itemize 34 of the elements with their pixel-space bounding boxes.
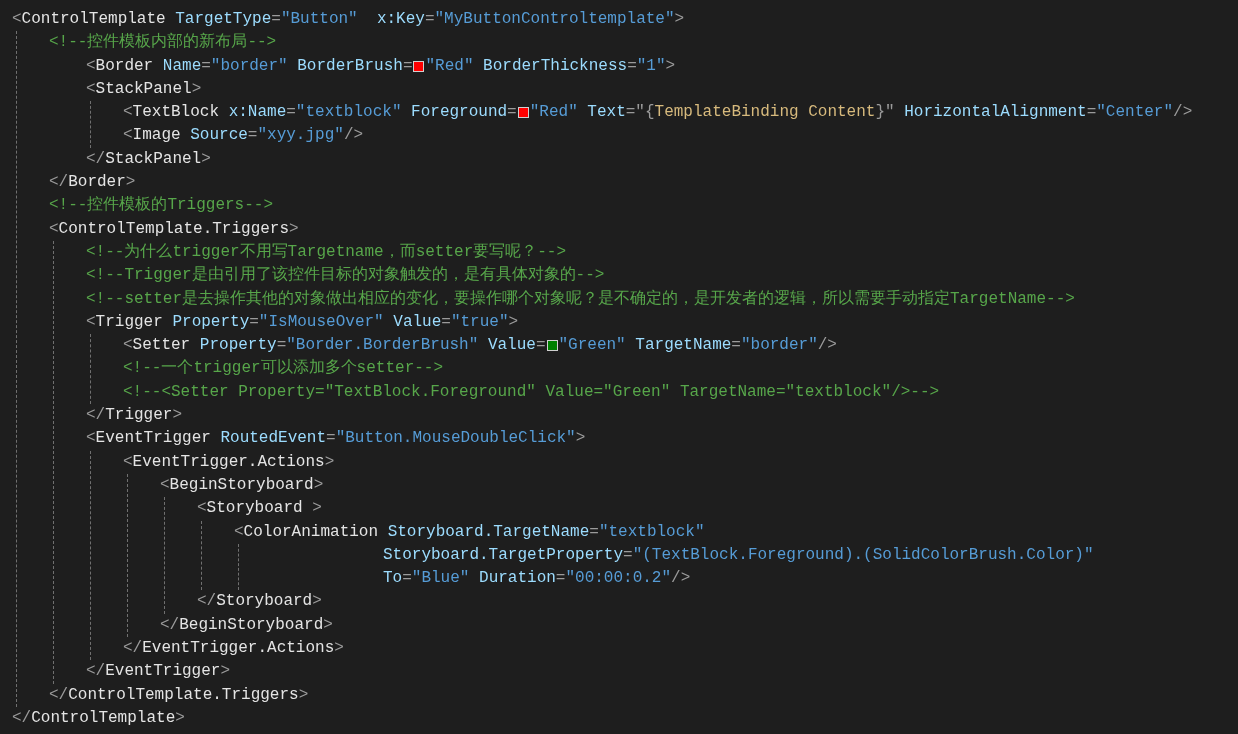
code-line: </ControlTemplate> — [12, 707, 185, 729]
code-line: </EventTrigger.Actions> — [123, 638, 344, 659]
code-line: <!--setter是去操作其他的对象做出相应的变化，要操作哪个对象呢？是不确定的，是开发者的逻辑，所以需要手动指定TargetName--> — [86, 288, 1075, 310]
code-line: <!--Trigger是由引用了该控件目标的对象触发的，是有具体对象的--> — [86, 264, 605, 287]
code-line: <StackPanel> — [86, 78, 202, 100]
code-line: </EventTrigger> — [86, 661, 231, 683]
code-line: <!--一个trigger可以添加多个setter--> — [123, 358, 444, 380]
code-line: </Trigger> — [86, 405, 183, 427]
code-text: <Setter Property="Border.BorderBrush" Value= — [123, 335, 546, 357]
code-line: <ControlTemplate.Triggers> — [49, 218, 299, 240]
code-line: </StackPanel> — [86, 148, 211, 170]
code-line: <!--为什么trigger不用写Targetname，而setter要写呢？--> — [86, 241, 567, 263]
code-line: <!--<Setter Property="TextBlock.Foreground" Value="Green" TargetName="textblock"/>--> — [123, 381, 940, 403]
code-line: <BeginStoryboard> — [160, 474, 324, 496]
code-line: <ColorAnimation Storyboard.TargetName="textblock" — [234, 521, 705, 543]
code-line: <Image Source="xyy.jpg"/> — [123, 125, 364, 147]
code-line: <!--控件模板内部的新布局--> — [49, 31, 277, 54]
code-line: To="Blue" Duration="00:00:0.2"/> — [383, 568, 691, 590]
code-line: </BeginStoryboard> — [160, 614, 333, 636]
code-line: </Border> — [49, 172, 136, 194]
code-line: <ControlTemplate TargetType="Button" x:Key="MyButtonControltemplate"> — [12, 9, 685, 30]
code-line: <Trigger Property="IsMouseOver" Value="true"> — [86, 311, 519, 333]
code-line: <!--控件模板的Triggers--> — [49, 195, 274, 217]
code-text: <Border Name="border" BorderBrush= — [86, 55, 413, 77]
code-text: "Red" BorderThickness="1"> — [425, 55, 676, 77]
code-text: <TextBlock x:Name="textblock" Foreground= — [123, 102, 517, 124]
code-line: </Storyboard> — [197, 591, 322, 613]
code-line: <Storyboard > — [197, 498, 322, 520]
code-text: "Red" Text="{TemplateBinding Content}" HorizontalAlignment="Center"/> — [529, 102, 1193, 124]
code-line: <EventTrigger.Actions> — [123, 451, 335, 473]
code-line: </ControlTemplate.Triggers> — [49, 684, 309, 706]
code-text: "Green" TargetName="border"/> — [558, 335, 837, 357]
code-line: <EventTrigger RoutedEvent="Button.MouseDoubleClick"> — [86, 428, 586, 450]
code-line: Storyboard.TargetProperty="(TextBlock.Foreground).(SolidColorBrush.Color)" — [383, 544, 1094, 566]
